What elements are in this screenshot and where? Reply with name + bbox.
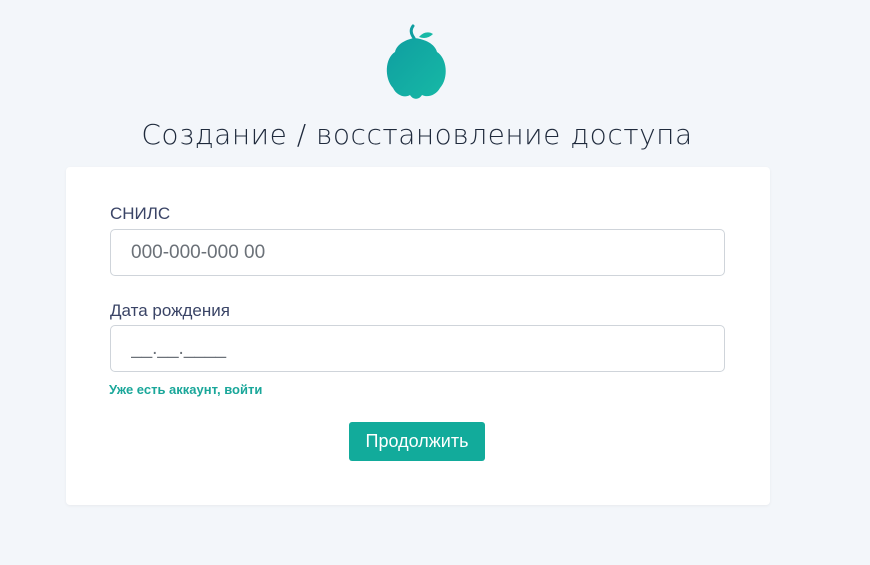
login-link[interactable]: Уже есть аккаунт, войти [109,382,262,397]
snils-input[interactable] [110,229,725,276]
birthdate-input[interactable] [110,325,725,372]
continue-button[interactable]: Продолжить [349,422,485,461]
quince-logo-icon [386,24,446,99]
snils-label: СНИЛС [110,204,171,223]
form-card: СНИЛС Дата рождения Уже есть аккаунт, во… [66,167,770,505]
page-title: Создание / восстановление доступа [141,118,693,151]
birthdate-label: Дата рождения [110,301,230,320]
